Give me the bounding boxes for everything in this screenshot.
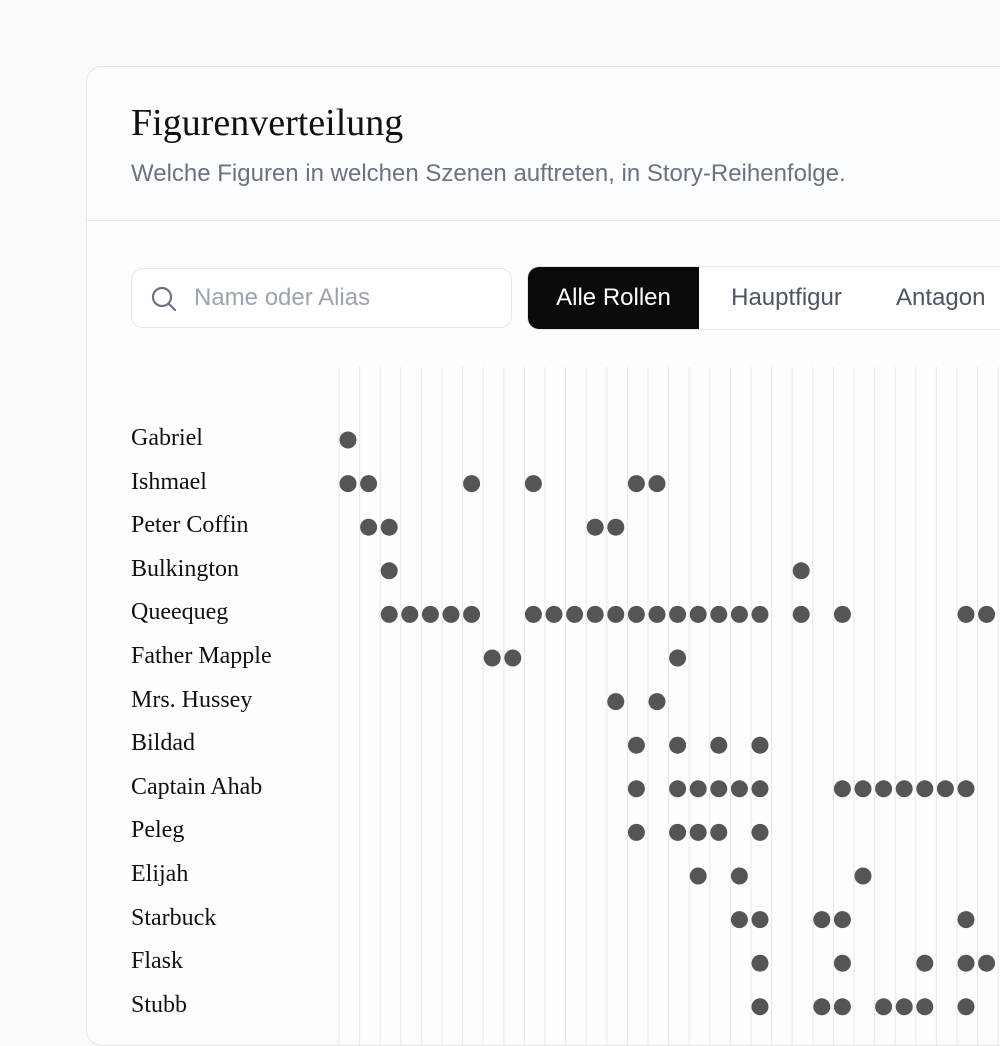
appearance-dot[interactable] <box>524 605 542 623</box>
appearance-dot[interactable] <box>669 780 687 798</box>
appearance-dot[interactable] <box>792 562 810 580</box>
appearance-dot[interactable] <box>833 954 851 972</box>
appearance-dot[interactable] <box>648 475 666 493</box>
appearance-dot[interactable] <box>957 605 975 623</box>
appearance-dot[interactable] <box>957 911 975 929</box>
appearance-dot[interactable] <box>730 867 748 885</box>
appearance-dot[interactable] <box>854 780 872 798</box>
appearance-dot[interactable] <box>751 823 769 841</box>
appearance-dot[interactable] <box>957 780 975 798</box>
appearance-dot[interactable] <box>689 780 707 798</box>
appearance-dot[interactable] <box>833 605 851 623</box>
appearance-dot[interactable] <box>730 605 748 623</box>
appearance-dot[interactable] <box>813 998 831 1016</box>
appearance-dot[interactable] <box>586 605 604 623</box>
scene-matrix <box>338 367 999 1045</box>
appearance-dot[interactable] <box>751 605 769 623</box>
appearance-dot[interactable] <box>545 605 563 623</box>
appearance-dot[interactable] <box>504 649 522 667</box>
appearance-dot[interactable] <box>627 823 645 841</box>
appearance-dot[interactable] <box>607 605 625 623</box>
appearance-dot[interactable] <box>627 475 645 493</box>
chart-card: Figurenverteilung Welche Figuren in welc… <box>86 66 1000 1046</box>
appearance-dot[interactable] <box>442 605 460 623</box>
appearance-dot[interactable] <box>936 780 954 798</box>
appearance-dot[interactable] <box>669 605 687 623</box>
appearance-dot[interactable] <box>463 605 481 623</box>
appearance-dot[interactable] <box>627 780 645 798</box>
appearance-dot[interactable] <box>978 954 996 972</box>
appearance-dot[interactable] <box>689 823 707 841</box>
appearance-dot[interactable] <box>710 736 728 754</box>
appearance-dot[interactable] <box>380 562 398 580</box>
appearance-dot[interactable] <box>854 867 872 885</box>
appearance-dot[interactable] <box>751 911 769 929</box>
appearance-dot[interactable] <box>957 998 975 1016</box>
appearance-dot[interactable] <box>751 780 769 798</box>
appearance-dot[interactable] <box>710 823 728 841</box>
appearance-dot[interactable] <box>607 518 625 536</box>
appearance-dot[interactable] <box>895 780 913 798</box>
appearance-dot[interactable] <box>916 780 934 798</box>
appearance-dot[interactable] <box>792 605 810 623</box>
appearance-dot[interactable] <box>751 736 769 754</box>
appearance-dot[interactable] <box>380 518 398 536</box>
appearance-dot[interactable] <box>421 605 439 623</box>
appearance-dot[interactable] <box>627 736 645 754</box>
appearance-dot[interactable] <box>751 954 769 972</box>
appearance-dot[interactable] <box>627 605 645 623</box>
appearance-dot[interactable] <box>833 998 851 1016</box>
appearance-dot[interactable] <box>360 518 378 536</box>
appearance-dot[interactable] <box>648 693 666 711</box>
appearance-dot[interactable] <box>607 693 625 711</box>
appearance-dot[interactable] <box>730 911 748 929</box>
appearance-dot[interactable] <box>916 954 934 972</box>
appearance-dot[interactable] <box>339 475 357 493</box>
appearance-dot[interactable] <box>380 605 398 623</box>
appearance-dot[interactable] <box>669 649 687 667</box>
appearance-dot[interactable] <box>463 475 481 493</box>
appearance-dot[interactable] <box>833 911 851 929</box>
appearance-dot[interactable] <box>401 605 419 623</box>
appearance-dot[interactable] <box>483 649 501 667</box>
appearance-dot[interactable] <box>689 605 707 623</box>
appearance-dot[interactable] <box>751 998 769 1016</box>
appearance-dot[interactable] <box>339 431 357 449</box>
appearance-dot[interactable] <box>833 780 851 798</box>
appearance-dot[interactable] <box>730 780 748 798</box>
appearance-dot[interactable] <box>875 780 893 798</box>
appearance-dot[interactable] <box>360 475 378 493</box>
appearance-dot[interactable] <box>669 823 687 841</box>
appearance-dot[interactable] <box>895 998 913 1016</box>
appearance-dot[interactable] <box>689 867 707 885</box>
appearance-dot[interactable] <box>648 605 666 623</box>
appearance-dot[interactable] <box>710 780 728 798</box>
appearance-dot[interactable] <box>566 605 584 623</box>
appearance-dot[interactable] <box>710 605 728 623</box>
appearance-dot[interactable] <box>978 605 996 623</box>
appearance-dot[interactable] <box>586 518 604 536</box>
appearance-dot[interactable] <box>957 954 975 972</box>
appearance-dot[interactable] <box>875 998 893 1016</box>
appearance-dot[interactable] <box>669 736 687 754</box>
appearance-dot[interactable] <box>524 475 542 493</box>
appearance-dot[interactable] <box>813 911 831 929</box>
appearance-dot[interactable] <box>916 998 934 1016</box>
